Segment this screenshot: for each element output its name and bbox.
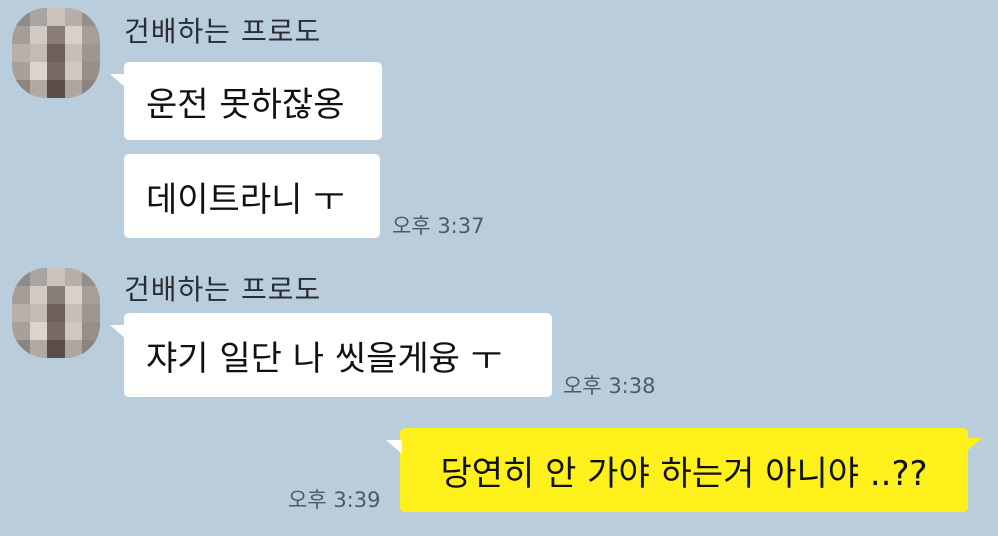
message-bubble[interactable]: 쟈기 일단 나 씻을게융 ㅜ bbox=[110, 313, 552, 397]
sender-name: 건배하는 프로도 bbox=[124, 15, 322, 48]
message-text: 운전 못하잖옹 bbox=[146, 84, 345, 125]
message-timestamp: 오후 3:38 bbox=[563, 374, 656, 398]
sender-name: 건배하는 프로도 bbox=[124, 273, 322, 306]
message-timestamp: 오후 3:39 bbox=[288, 488, 381, 512]
sender-avatar[interactable] bbox=[12, 8, 100, 98]
message-text: 쟈기 일단 나 씻을게융 ㅜ bbox=[146, 338, 503, 379]
sender-avatar[interactable] bbox=[12, 268, 100, 358]
message-bubble[interactable]: 당연히 안 가야 하는거 아니야 ..?? bbox=[386, 428, 982, 512]
message-bubble[interactable]: 데이트라니 ㅜ bbox=[124, 154, 380, 238]
message-text: 데이트라니 ㅜ bbox=[146, 179, 345, 220]
message-bubble[interactable]: 운전 못하잖옹 bbox=[110, 62, 382, 140]
message-text: 당연히 안 가야 하는거 아니야 ..?? bbox=[440, 453, 928, 494]
message-timestamp: 오후 3:37 bbox=[392, 214, 485, 238]
